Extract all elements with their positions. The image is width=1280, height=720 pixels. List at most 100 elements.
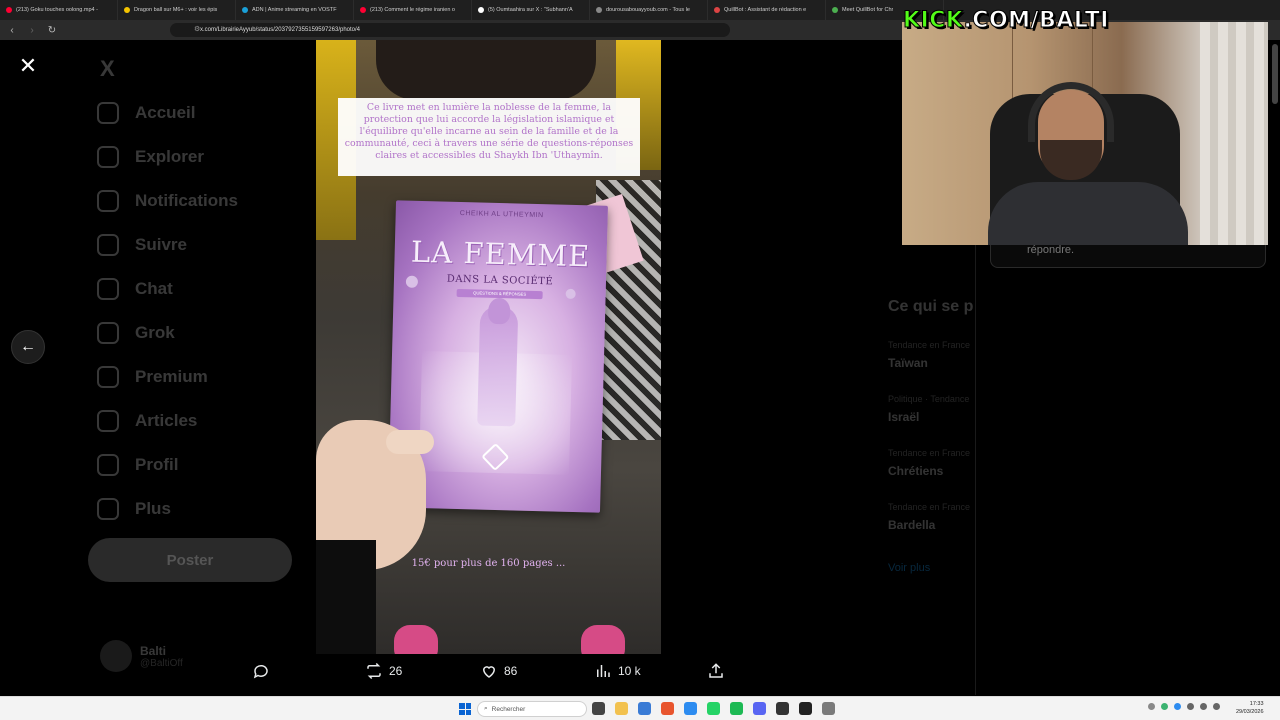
url-text: x.com/LibrairieAyyub/status/203792735515… bbox=[200, 27, 361, 33]
arrow-left-icon: ← bbox=[20, 338, 36, 355]
sidebar-item-label: Accueil bbox=[135, 103, 196, 122]
profile-name: Balti bbox=[140, 643, 167, 658]
tab-label: Dragon ball sur M6+ : voir les épis bbox=[134, 7, 218, 13]
reply-button[interactable] bbox=[252, 662, 270, 680]
decorative-orb bbox=[565, 288, 576, 300]
calculator-icon[interactable] bbox=[822, 702, 835, 715]
forward-icon[interactable]: › bbox=[24, 22, 40, 38]
trend-item[interactable]: Tendance en France Taïwan bbox=[888, 340, 970, 370]
retweet-count: 26 bbox=[389, 664, 403, 678]
browser-tab[interactable]: dourousabouayyoub.com - Tous le bbox=[590, 0, 708, 20]
browser-tab[interactable]: Dragon ball sur M6+ : voir les épis bbox=[118, 0, 236, 20]
trend-item[interactable]: Tendance en France Chrétiens bbox=[888, 448, 970, 478]
browser-tab[interactable]: (213) Comment le régime iranien o bbox=[354, 0, 472, 20]
browser-tab[interactable]: (5) Oumtaahira sur X : "Subhann'A bbox=[472, 0, 590, 20]
taskbar-search[interactable]: ⌕ Rechercher bbox=[477, 701, 587, 717]
reply-text: répondre. bbox=[1027, 244, 1075, 256]
shoe bbox=[394, 625, 438, 654]
views-button[interactable]: 10 k bbox=[594, 662, 641, 680]
tab-favicon-icon bbox=[6, 7, 12, 13]
account-switcher[interactable]: Balti @BaltiOff bbox=[100, 640, 183, 672]
photo-caption-box: Ce livre met en lumière la noblesse de l… bbox=[338, 98, 640, 176]
trend-context: Politique · Tendance bbox=[888, 394, 970, 404]
like-button[interactable]: 86 bbox=[480, 662, 517, 680]
sidebar-item-label: Suivre bbox=[135, 235, 187, 254]
sidebar-item-notifications[interactable]: Notifications bbox=[97, 190, 238, 212]
sidebar-item-label: Profil bbox=[135, 455, 179, 474]
browser-tab[interactable]: (213) Goku touches oolong.mp4 - bbox=[0, 0, 118, 20]
share-button[interactable] bbox=[707, 662, 725, 680]
grok-icon bbox=[97, 322, 119, 344]
browser-tab[interactable]: ADN | Anime streaming en VOSTF bbox=[236, 0, 354, 20]
trend-name: Bardella bbox=[888, 518, 936, 532]
taskbar-clock[interactable]: 17:33 29/03/2026 bbox=[1236, 700, 1264, 716]
edge-icon[interactable] bbox=[684, 702, 697, 715]
start-icon[interactable] bbox=[459, 703, 471, 715]
brave-icon[interactable] bbox=[661, 702, 674, 715]
trend-name: Taïwan bbox=[888, 356, 928, 370]
sidebar-item-home[interactable]: Accueil bbox=[97, 102, 195, 124]
chevron-up-icon[interactable] bbox=[1148, 703, 1155, 710]
sidebar-item-profile[interactable]: Profil bbox=[97, 454, 178, 476]
site-settings-icon[interactable]: ⚙ bbox=[194, 25, 200, 33]
x-logo[interactable]: X bbox=[100, 56, 115, 82]
webcam-overlay bbox=[902, 22, 1268, 245]
close-icon[interactable]: ✕ bbox=[16, 53, 40, 78]
post-button[interactable]: Poster bbox=[88, 538, 292, 582]
task-view-icon[interactable] bbox=[592, 702, 605, 715]
book-author: CHEIKH AL UTHEYMIN bbox=[459, 209, 544, 220]
sidebar-item-label: Articles bbox=[135, 411, 198, 430]
tab-label: (213) Comment le régime iranien o bbox=[370, 7, 455, 13]
file-explorer-icon[interactable] bbox=[615, 702, 628, 715]
book-title: LA FEMME bbox=[410, 234, 591, 274]
notion-icon[interactable] bbox=[799, 702, 812, 715]
whatsapp-icon[interactable] bbox=[707, 702, 720, 715]
tray-app-icon[interactable] bbox=[1161, 703, 1168, 710]
streamer-body bbox=[988, 182, 1188, 245]
retweet-button[interactable]: 26 bbox=[365, 662, 402, 680]
taskbar-search-placeholder: Rechercher bbox=[491, 705, 526, 713]
discord-icon[interactable] bbox=[753, 702, 766, 715]
trends-title: Ce qui se p bbox=[888, 298, 974, 315]
trend-item[interactable]: Politique · Tendance Israël bbox=[888, 394, 969, 424]
trend-context: Tendance en France bbox=[888, 502, 971, 512]
tab-label: (5) Oumtaahira sur X : "Subhann'A bbox=[488, 7, 573, 13]
browser-tab[interactable]: QuillBot : Assistant de rédaction e bbox=[708, 0, 826, 20]
sidebar-item-more[interactable]: Plus bbox=[97, 498, 171, 520]
spotify-icon[interactable] bbox=[730, 702, 743, 715]
follow-icon bbox=[97, 234, 119, 256]
store-icon[interactable] bbox=[638, 702, 651, 715]
trend-item[interactable]: Tendance en France Bardella bbox=[888, 502, 970, 532]
retweet-icon bbox=[367, 662, 381, 680]
scrollbar[interactable] bbox=[1272, 44, 1278, 104]
more-icon bbox=[97, 498, 119, 520]
sidebar-item-grok[interactable]: Grok bbox=[97, 322, 175, 344]
sidebar-item-label: Plus bbox=[135, 499, 171, 518]
system-tray bbox=[1148, 703, 1220, 710]
taskbar-apps bbox=[592, 702, 835, 715]
tab-favicon-icon bbox=[478, 7, 484, 13]
thumb bbox=[386, 430, 434, 454]
obs-icon[interactable] bbox=[776, 702, 789, 715]
veiled-figure-head bbox=[487, 297, 511, 325]
back-icon[interactable]: ‹ bbox=[4, 22, 20, 38]
home-icon bbox=[97, 102, 119, 124]
sidebar-item-chat[interactable]: Chat bbox=[97, 278, 173, 300]
reload-icon[interactable]: ↻ bbox=[44, 22, 60, 38]
sidebar-item-premium[interactable]: Premium bbox=[97, 366, 208, 388]
volume-icon[interactable] bbox=[1200, 703, 1207, 710]
previous-photo-button[interactable]: ← bbox=[11, 330, 45, 364]
tray-app-icon[interactable] bbox=[1174, 703, 1181, 710]
sidebar-item-explore[interactable]: Explorer bbox=[97, 146, 204, 168]
screen: (213) Goku touches oolong.mp4 - Dragon ba… bbox=[0, 0, 1280, 720]
price-text: 15€ pour plus de 160 pages ... bbox=[411, 558, 566, 569]
sidebar-item-articles[interactable]: Articles bbox=[97, 410, 197, 432]
battery-icon[interactable] bbox=[1213, 703, 1220, 710]
see-more-link[interactable]: Voir plus bbox=[888, 562, 930, 574]
address-bar[interactable]: ⚙ x.com/LibrairieAyyub/status/2037927355… bbox=[170, 23, 730, 37]
network-icon[interactable] bbox=[1187, 703, 1194, 710]
sidebar-item-follow[interactable]: Suivre bbox=[97, 234, 187, 256]
sidebar-item-label: Chat bbox=[135, 279, 173, 298]
tab-favicon-icon bbox=[124, 7, 130, 13]
tab-favicon-icon bbox=[832, 7, 838, 13]
